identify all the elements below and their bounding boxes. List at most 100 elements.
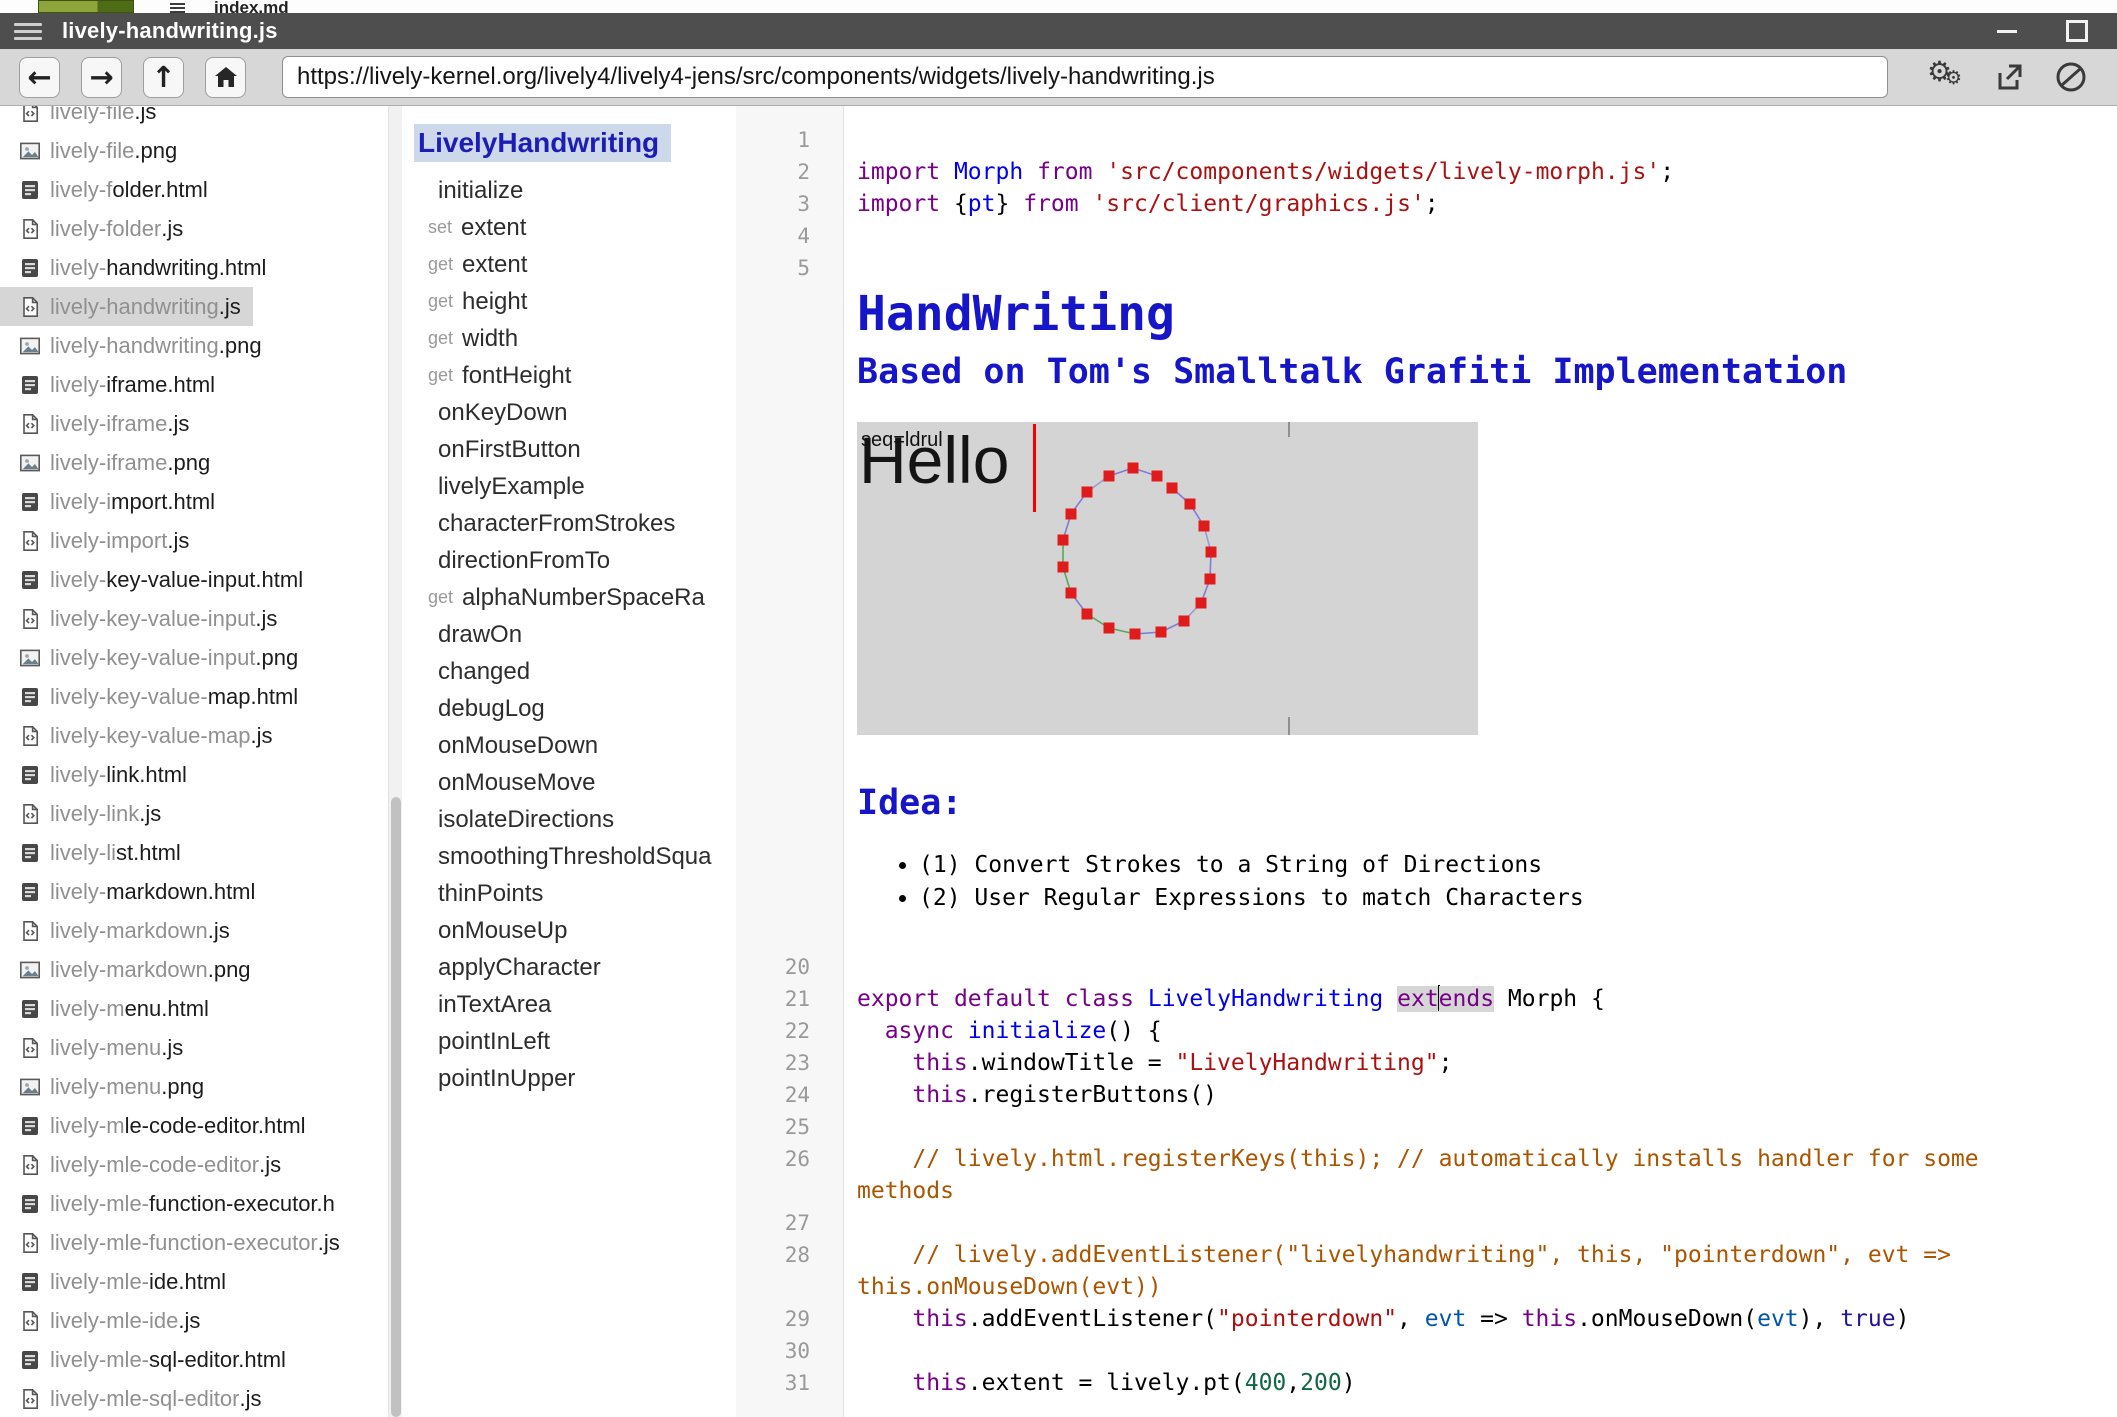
file-name: enu.html: [125, 996, 209, 1022]
file-name-prefix: lively-: [50, 567, 106, 593]
file-item[interactable]: lively-mle-sql-editor.js: [0, 1379, 273, 1417]
file-name-prefix: lively-markdown: [50, 957, 208, 983]
outline-item[interactable]: onKeyDown: [402, 394, 736, 431]
outline-item-label: isolateDirections: [438, 806, 614, 834]
outline-item[interactable]: drawOn: [402, 616, 736, 653]
outline-item-label: height: [462, 288, 527, 316]
hamburger-menu-icon[interactable]: [14, 19, 42, 44]
file-item[interactable]: lively-link.html: [0, 755, 199, 794]
file-item[interactable]: lively-mle-function-executor.js: [0, 1223, 352, 1262]
file-item[interactable]: lively-mle-code-editor.js: [0, 1145, 293, 1184]
file-name-prefix: lively-key-value-: [50, 684, 208, 710]
outline-item[interactable]: onMouseMove: [402, 764, 736, 801]
home-button[interactable]: [205, 57, 246, 98]
code-line[interactable]: 31 this.extent = lively.pt(400,200): [736, 1367, 2117, 1399]
file-item[interactable]: lively-folder.js: [0, 209, 195, 248]
file-item[interactable]: lively-markdown.html: [0, 872, 267, 911]
file-item[interactable]: lively-iframe.html: [0, 365, 227, 404]
file-item[interactable]: lively-markdown.png: [0, 950, 263, 989]
forward-button[interactable]: →: [81, 57, 122, 98]
outline-item[interactable]: onMouseUp: [402, 912, 736, 949]
outline-item[interactable]: onFirstButton: [402, 431, 736, 468]
code-line[interactable]: 20: [736, 951, 2117, 983]
outline-item[interactable]: getheight: [402, 283, 736, 320]
maximize-button[interactable]: [2055, 9, 2099, 53]
code-line[interactable]: 30: [736, 1335, 2117, 1367]
code-line[interactable]: 25: [736, 1111, 2117, 1143]
outline-item[interactable]: isolateDirections: [402, 801, 736, 838]
block-icon[interactable]: [2049, 55, 2093, 99]
url-input[interactable]: [282, 56, 1888, 98]
file-item[interactable]: lively-key-value-map.html: [0, 677, 310, 716]
file-item[interactable]: lively-mle-ide.html: [0, 1262, 238, 1301]
outline-item[interactable]: getwidth: [402, 320, 736, 357]
outline-item[interactable]: applyCharacter: [402, 949, 736, 986]
file-item[interactable]: lively-import.js: [0, 521, 201, 560]
outline-item[interactable]: thinPoints: [402, 875, 736, 912]
file-item[interactable]: lively-folder.html: [0, 170, 220, 209]
outline-item[interactable]: setextent: [402, 209, 736, 246]
file-item[interactable]: lively-file.png: [0, 131, 189, 170]
file-item[interactable]: lively-file.js: [0, 106, 168, 131]
outline-item[interactable]: livelyExample: [402, 468, 736, 505]
file-item[interactable]: lively-iframe.png: [0, 443, 222, 482]
code-text: [844, 1335, 2117, 1367]
code-line[interactable]: 23 this.windowTitle = "LivelyHandwriting…: [736, 1047, 2117, 1079]
file-item[interactable]: lively-key-value-input.png: [0, 638, 310, 677]
file-item[interactable]: lively-mle-sql-editor.html: [0, 1340, 298, 1379]
code-line[interactable]: 4: [736, 220, 2117, 252]
code-line[interactable]: 5: [736, 252, 2117, 284]
code-line[interactable]: 26 // lively.html.registerKeys(this); //…: [736, 1143, 2117, 1207]
file-item[interactable]: lively-markdown.js: [0, 911, 242, 950]
code-line[interactable]: 21export default class LivelyHandwriting…: [736, 983, 2117, 1015]
outline-item[interactable]: initialize: [402, 172, 736, 209]
outline-class-title[interactable]: LivelyHandwriting: [414, 124, 671, 162]
file-item[interactable]: lively-key-value-map.js: [0, 716, 285, 755]
outline-item[interactable]: onMouseDown: [402, 727, 736, 764]
file-item[interactable]: lively-key-value-input.js: [0, 599, 289, 638]
code-line[interactable]: 22 async initialize() {: [736, 1015, 2117, 1047]
handwriting-demo-canvas[interactable]: seq=ldrul Hello: [857, 422, 1478, 735]
outline-item[interactable]: directionFromTo: [402, 542, 736, 579]
code-line[interactable]: 3import {pt} from 'src/client/graphics.j…: [736, 188, 2117, 220]
outline-item[interactable]: characterFromStrokes: [402, 505, 736, 542]
settings-gears-icon[interactable]: ⚙⚙: [1925, 55, 1969, 99]
file-item-selected[interactable]: lively-handwriting.js: [0, 287, 253, 326]
code-line[interactable]: 28 // lively.addEventListener("livelyhan…: [736, 1239, 2117, 1303]
file-item[interactable]: lively-mle-function-executor.h: [0, 1184, 347, 1223]
minimize-button[interactable]: [1985, 9, 2029, 53]
code-line[interactable]: 1: [736, 124, 2117, 156]
file-item[interactable]: lively-menu.html: [0, 989, 221, 1028]
code-line[interactable]: 29 this.addEventListener("pointerdown", …: [736, 1303, 2117, 1335]
background-window-titlebar[interactable]: index.md: [0, 0, 2117, 13]
outline-item[interactable]: getalphaNumberSpaceRa: [402, 579, 736, 616]
file-item[interactable]: lively-mle-code-editor.html: [0, 1106, 318, 1145]
file-item[interactable]: lively-handwriting.png: [0, 326, 274, 365]
outline-item[interactable]: pointInLeft: [402, 1023, 736, 1060]
up-button[interactable]: ↑: [143, 57, 184, 98]
file-item[interactable]: lively-import.html: [0, 482, 227, 521]
code-editor[interactable]: 12import Morph from 'src/components/widg…: [736, 106, 2117, 1417]
outline-item[interactable]: inTextArea: [402, 986, 736, 1023]
code-line[interactable]: 24 this.registerButtons(): [736, 1079, 2117, 1111]
file-item[interactable]: lively-menu.js: [0, 1028, 195, 1067]
back-button[interactable]: ←: [19, 57, 60, 98]
code-line[interactable]: 2import Morph from 'src/components/widge…: [736, 156, 2117, 188]
code-line[interactable]: 27: [736, 1207, 2117, 1239]
outline-item[interactable]: getextent: [402, 246, 736, 283]
sidebar-scrollbar-thumb[interactable]: [391, 797, 401, 1417]
file-item[interactable]: lively-handwriting.html: [0, 248, 278, 287]
file-item[interactable]: lively-menu.png: [0, 1067, 216, 1106]
open-external-icon[interactable]: [1987, 55, 2031, 99]
outline-item[interactable]: smoothingThresholdSqua: [402, 838, 736, 875]
outline-item[interactable]: getfontHeight: [402, 357, 736, 394]
outline-item[interactable]: debugLog: [402, 690, 736, 727]
file-item[interactable]: lively-iframe.js: [0, 404, 201, 443]
file-item[interactable]: lively-mle-ide.js: [0, 1301, 212, 1340]
file-item[interactable]: lively-key-value-input.html: [0, 560, 315, 599]
sidebar-scrollbar[interactable]: [388, 106, 402, 1417]
file-item[interactable]: lively-list.html: [0, 833, 193, 872]
outline-item[interactable]: changed: [402, 653, 736, 690]
file-item[interactable]: lively-link.js: [0, 794, 173, 833]
outline-item[interactable]: pointInUpper: [402, 1060, 736, 1097]
